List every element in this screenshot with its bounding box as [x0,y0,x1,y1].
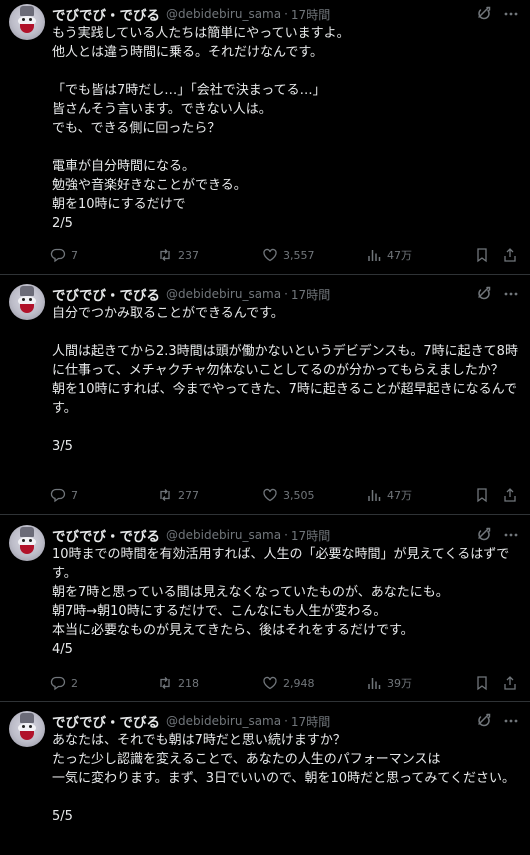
avatar[interactable] [9,284,45,320]
user-handle[interactable]: @debidebiru_sama [166,714,281,728]
grok-icon[interactable] [476,527,492,543]
separator-dot: · [284,528,288,542]
grok-icon[interactable] [476,286,492,302]
user-handle[interactable]: @debidebiru_sama [166,287,281,301]
retweet-count: 218 [178,676,199,690]
views-chart-icon [368,490,381,501]
bookmark-button[interactable] [474,673,495,693]
views-button[interactable]: 47万 [366,245,412,265]
tweet-4[interactable]: でびでび・でびる @debidebiru_sama · 17時間 あなたは、それ… [0,707,530,855]
share-icon [504,676,516,690]
reply-icon [50,248,66,263]
like-count: 3,505 [283,488,315,502]
separator-dot: · [284,7,288,21]
display-name[interactable]: でびでび・でびる [52,711,160,731]
grok-icon[interactable] [476,6,492,22]
bookmark-button[interactable] [474,245,495,265]
more-dots-icon[interactable] [503,527,519,543]
timestamp[interactable]: 17時間 [291,286,330,303]
tweet-text: 自分でつかみ取ることができるんです。 人間は起きてから2.3時間は頭が働かないと… [52,306,518,454]
view-count: 47万 [387,489,412,502]
bookmark-icon [477,488,487,503]
views-button[interactable]: 47万 [366,485,412,505]
tweet-header: でびでび・でびる @debidebiru_sama · 17時間 [52,284,330,304]
heart-icon [263,248,277,262]
tweet-1[interactable]: でびでび・でびる @debidebiru_sama · 17時間 もう実践してい… [0,0,530,275]
retweet-button[interactable]: 277 [157,485,199,505]
action-bar: 7 277 3,505 47万 [50,485,520,505]
reply-count: 7 [71,488,78,502]
tweet-2[interactable]: でびでび・でびる @debidebiru_sama · 17時間 自分でつかみ取… [0,280,530,515]
share-button[interactable] [502,245,523,265]
avatar[interactable] [9,4,45,40]
like-count: 2,948 [283,676,315,690]
like-button[interactable]: 2,948 [262,673,315,693]
tweet-text: 10時までの時間を有効活用すれば、人生の「必要な時間」が見えてくるはずです。 朝… [52,547,510,657]
reply-icon [50,676,66,691]
reply-button[interactable]: 2 [50,673,78,693]
user-handle[interactable]: @debidebiru_sama [166,528,281,542]
share-button[interactable] [502,673,523,693]
heart-icon [263,676,277,690]
retweet-icon [160,489,170,501]
reply-icon [50,488,66,503]
avatar[interactable] [9,525,45,561]
separator-dot: · [284,714,288,728]
views-chart-icon [368,678,381,689]
retweet-button[interactable]: 218 [157,673,199,693]
action-bar: 2 218 2,948 39万 [50,673,520,693]
timestamp[interactable]: 17時間 [291,713,330,730]
like-button[interactable]: 3,505 [262,485,315,505]
avatar[interactable] [9,711,45,747]
views-chart-icon [368,250,381,261]
separator-dot: · [284,287,288,301]
bookmark-icon [477,248,487,263]
tweet-header: でびでび・でびる @debidebiru_sama · 17時間 [52,711,330,731]
share-icon [504,488,516,502]
reply-button[interactable]: 7 [50,485,78,505]
grok-icon[interactable] [476,713,492,729]
more-dots-icon[interactable] [503,713,519,729]
retweet-button[interactable]: 237 [157,245,199,265]
user-handle[interactable]: @debidebiru_sama [166,7,281,21]
more-dots-icon[interactable] [503,286,519,302]
bookmark-icon [477,676,487,691]
retweet-icon [160,677,170,689]
bookmark-button[interactable] [474,485,495,505]
share-button[interactable] [502,485,523,505]
heart-icon [263,488,277,502]
like-button[interactable]: 3,557 [262,245,315,265]
retweet-icon [160,249,170,261]
timestamp[interactable]: 17時間 [291,6,330,23]
tweet-header: でびでび・でびる @debidebiru_sama · 17時間 [52,525,330,545]
reply-count: 7 [71,248,78,262]
display-name[interactable]: でびでび・でびる [52,284,160,304]
share-icon [504,248,516,262]
display-name[interactable]: でびでび・でびる [52,525,160,545]
more-dots-icon[interactable] [503,6,519,22]
timestamp[interactable]: 17時間 [291,527,330,544]
view-count: 39万 [387,677,412,690]
reply-button[interactable]: 7 [50,245,78,265]
tweet-3[interactable]: でびでび・でびる @debidebiru_sama · 17時間 10時までの時… [0,521,530,702]
tweet-header: でびでび・でびる @debidebiru_sama · 17時間 [52,4,330,24]
tweet-text: あなたは、それでも朝は7時だと思い続けますか？ たった少し認識を変えることで、あ… [52,733,516,824]
retweet-count: 277 [178,488,199,502]
reply-count: 2 [71,676,78,690]
display-name[interactable]: でびでび・でびる [52,4,160,24]
like-count: 3,557 [283,248,315,262]
action-bar: 7 237 3,557 47万 [50,245,520,265]
views-button[interactable]: 39万 [366,673,412,693]
retweet-count: 237 [178,248,199,262]
view-count: 47万 [387,249,412,262]
tweet-text: もう実践している人たちは簡単にやっていますよ。 他人とは違う時間に乗る。それだけ… [52,26,350,231]
